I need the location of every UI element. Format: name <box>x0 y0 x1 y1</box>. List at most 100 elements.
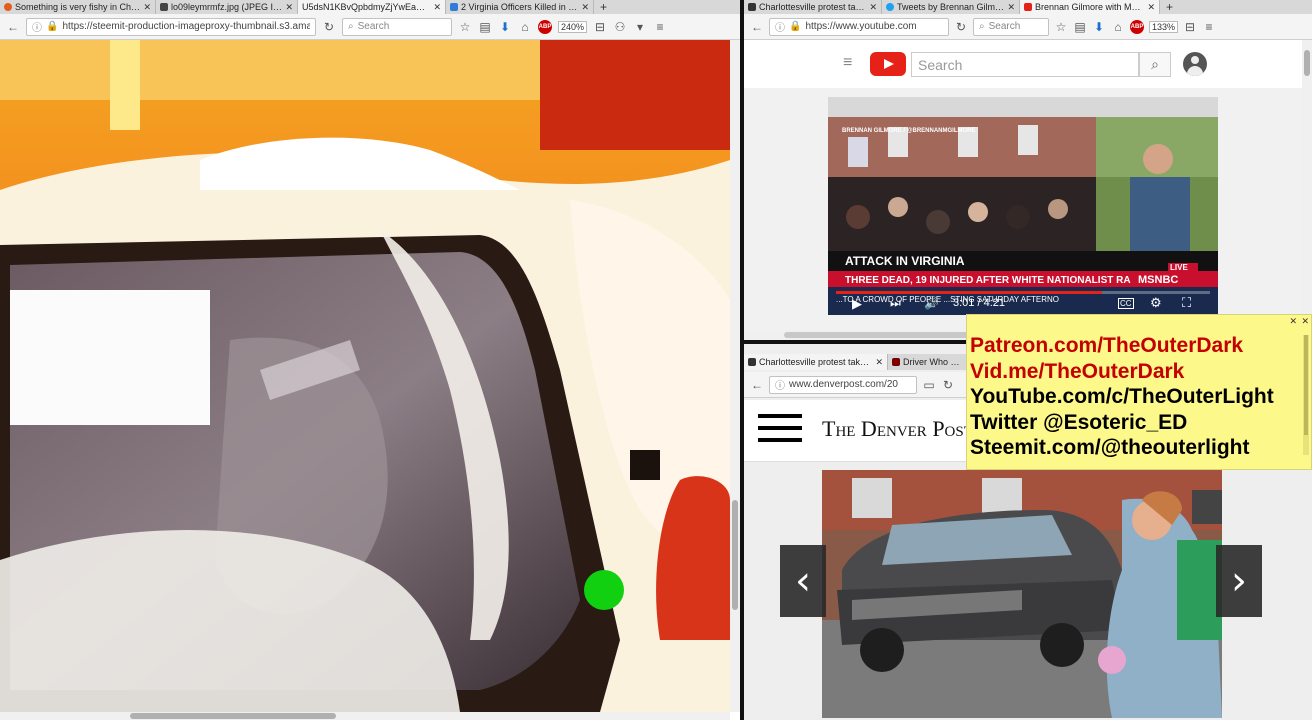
youtube-search-button[interactable]: ⌕ <box>1139 52 1171 77</box>
url-bar[interactable]: ⓘ www.denverpost.com/20 <box>769 375 917 394</box>
br-tab-0[interactable]: Charlottesville protest takes a ... ✕ <box>744 354 888 370</box>
close-tab-icon[interactable]: ✕ <box>1007 2 1015 13</box>
tr-tab-1[interactable]: Tweets by Brennan Gilmore ... ✕ <box>882 0 1020 14</box>
tab-title: Charlottesville protest takes a ... <box>759 357 872 367</box>
reader-view-icon[interactable]: ▭ <box>922 378 936 392</box>
back-arrow-icon[interactable]: ← <box>750 378 764 392</box>
left-tab-3[interactable]: 2 Virginia Officers Killed in Hel... ✕ <box>446 0 594 14</box>
youtube-logo[interactable] <box>870 52 906 76</box>
bookmark-star-icon[interactable]: ☆ <box>458 20 472 34</box>
tr-tab-2[interactable]: Brennan Gilmore with MSN... ✕ <box>1020 0 1160 14</box>
promo-line: YouTube.com/c/TheOuterLight <box>970 385 1274 408</box>
download-icon[interactable]: ⬇ <box>498 20 512 34</box>
close-tab-icon[interactable]: ✕ <box>143 2 151 13</box>
reading-list-icon[interactable]: ▤ <box>478 20 492 34</box>
left-horizontal-scrollbar[interactable] <box>0 712 730 720</box>
close-tab-icon[interactable]: ✕ <box>285 2 293 13</box>
url-bar[interactable]: ⓘ 🔒 https://steemit-production-imageprox… <box>26 17 316 36</box>
close-tab-icon[interactable]: ✕ <box>581 2 589 13</box>
hamburger-menu-icon[interactable]: ≡ <box>843 54 852 72</box>
play-icon[interactable]: ▶ <box>852 296 862 312</box>
adblock-icon[interactable]: ABP <box>538 19 552 34</box>
search-box[interactable]: ⌕ Search <box>342 17 452 36</box>
scrollbar-thumb[interactable] <box>732 500 738 610</box>
scrollbar-thumb[interactable] <box>1304 335 1308 435</box>
search-placeholder: Search <box>988 21 1021 32</box>
masthead-logo[interactable]: The Denver Post <box>822 416 973 442</box>
left-vertical-scrollbar[interactable] <box>730 40 740 712</box>
zoomed-car-image <box>0 40 730 712</box>
menu-bar <box>758 426 802 430</box>
reading-list-icon[interactable]: ▤ <box>1073 20 1087 34</box>
home-icon[interactable]: ⌂ <box>518 20 532 34</box>
back-arrow-icon[interactable]: ← <box>750 20 764 34</box>
scrollbar-thumb[interactable] <box>1304 50 1310 76</box>
menu-icon[interactable]: ≡ <box>1202 20 1216 34</box>
back-arrow-icon[interactable]: ← <box>6 20 20 34</box>
extension-icon[interactable]: ⚇ <box>613 20 627 34</box>
download-icon[interactable]: ⬇ <box>1092 20 1106 34</box>
promo-sticky-note: ✕ ✕ Patreon.com/TheOuterDark Vid.me/TheO… <box>966 314 1312 470</box>
url-bar[interactable]: ⓘ 🔒 https://www.youtube.com <box>769 17 949 36</box>
chevron-left-icon: ‹ <box>795 558 811 604</box>
hamburger-menu-icon[interactable] <box>758 414 802 446</box>
note-scrollbar[interactable] <box>1303 335 1309 455</box>
adblock-icon[interactable]: ABP <box>1130 19 1144 34</box>
new-tab-button[interactable]: + <box>1160 0 1179 14</box>
dropdown-icon[interactable]: ▾ <box>633 20 647 34</box>
left-tab-2[interactable]: U5dsN1KBvQpbdmyZjYwEaKmya... ✕ <box>298 0 446 14</box>
home-icon[interactable]: ⌂ <box>1111 20 1125 34</box>
search-placeholder: Search <box>918 57 963 73</box>
menu-icon[interactable]: ≡ <box>653 20 667 34</box>
tr-vertical-scrollbar[interactable] <box>1302 40 1312 330</box>
info-icon[interactable]: ⓘ <box>775 19 785 34</box>
search-box[interactable]: ⌕ Search <box>973 17 1049 36</box>
reddit-favicon-icon <box>4 3 12 11</box>
captions-button[interactable]: CC <box>1118 298 1134 309</box>
pocket-icon[interactable]: ⊟ <box>593 20 607 34</box>
close-tab-icon[interactable]: ✕ <box>1147 2 1155 13</box>
pocket-icon[interactable]: ⊟ <box>1183 20 1197 34</box>
close-tab-icon[interactable]: ✕ <box>869 2 877 13</box>
close-tab-icon[interactable]: ✕ <box>433 2 441 13</box>
volume-icon[interactable]: 🔊 <box>924 296 939 310</box>
previous-slide-button[interactable]: ‹ <box>780 545 826 617</box>
zoom-indicator[interactable]: 240% <box>558 20 588 33</box>
scrollbar-thumb[interactable] <box>130 713 336 719</box>
zoom-indicator[interactable]: 133% <box>1149 20 1179 33</box>
tr-tab-0[interactable]: Charlottesville protest takes ... ✕ <box>744 0 882 14</box>
image-favicon-icon <box>160 3 168 11</box>
bookmark-star-icon[interactable]: ☆ <box>1054 20 1068 34</box>
info-icon[interactable]: ⓘ <box>775 377 785 392</box>
tab-title: U5dsN1KBvQpbdmyZjYwEaKmya... <box>302 2 430 12</box>
close-icon[interactable]: ✕ <box>1301 316 1309 327</box>
next-icon[interactable]: ⏭ <box>890 296 901 311</box>
left-tab-0[interactable]: Something is very fishy in Cha... ✕ <box>0 0 156 14</box>
reload-icon[interactable]: ↻ <box>941 378 955 392</box>
youtube-search-input[interactable]: Search <box>911 52 1139 77</box>
cbs-favicon-icon <box>748 3 756 11</box>
avatar[interactable] <box>1183 52 1207 76</box>
close-tab-icon[interactable]: ✕ <box>875 357 883 368</box>
info-icon[interactable]: ⓘ <box>32 19 42 34</box>
video-player[interactable]: BRENNAN GILMORE / @BRENNANMGILMORE ATTAC… <box>828 97 1218 315</box>
left-tab-1[interactable]: lo09leymrmfz.jpg (JPEG Imag... ✕ <box>156 0 298 14</box>
url-text: www.denverpost.com/20 <box>789 379 898 390</box>
fullscreen-icon[interactable]: ⛶ <box>1182 295 1191 311</box>
lock-icon: 🔒 <box>46 21 59 32</box>
top-right-tab-bar: Charlottesville protest takes ... ✕ Twee… <box>744 0 1312 14</box>
promo-line: Twitter @Esoteric_ED <box>970 410 1188 434</box>
promo-line: Vid.me/TheOuterDark <box>970 359 1185 383</box>
promo-line: Steemit.com/@theouterlight <box>970 436 1250 459</box>
close-icon[interactable]: ✕ <box>1289 316 1297 327</box>
settings-gear-icon[interactable]: ⚙ <box>1150 295 1162 311</box>
new-tab-button[interactable]: + <box>594 0 613 14</box>
reload-icon[interactable]: ↻ <box>954 20 968 34</box>
news-favicon-icon <box>450 3 458 11</box>
cbs-favicon-icon <box>748 358 756 366</box>
next-slide-button[interactable]: › <box>1216 545 1262 617</box>
br-tab-1[interactable]: Driver Who Pl... <box>888 354 968 370</box>
progress-bar[interactable] <box>836 291 1210 294</box>
play-triangle-icon <box>884 59 894 69</box>
reload-icon[interactable]: ↻ <box>322 20 336 34</box>
